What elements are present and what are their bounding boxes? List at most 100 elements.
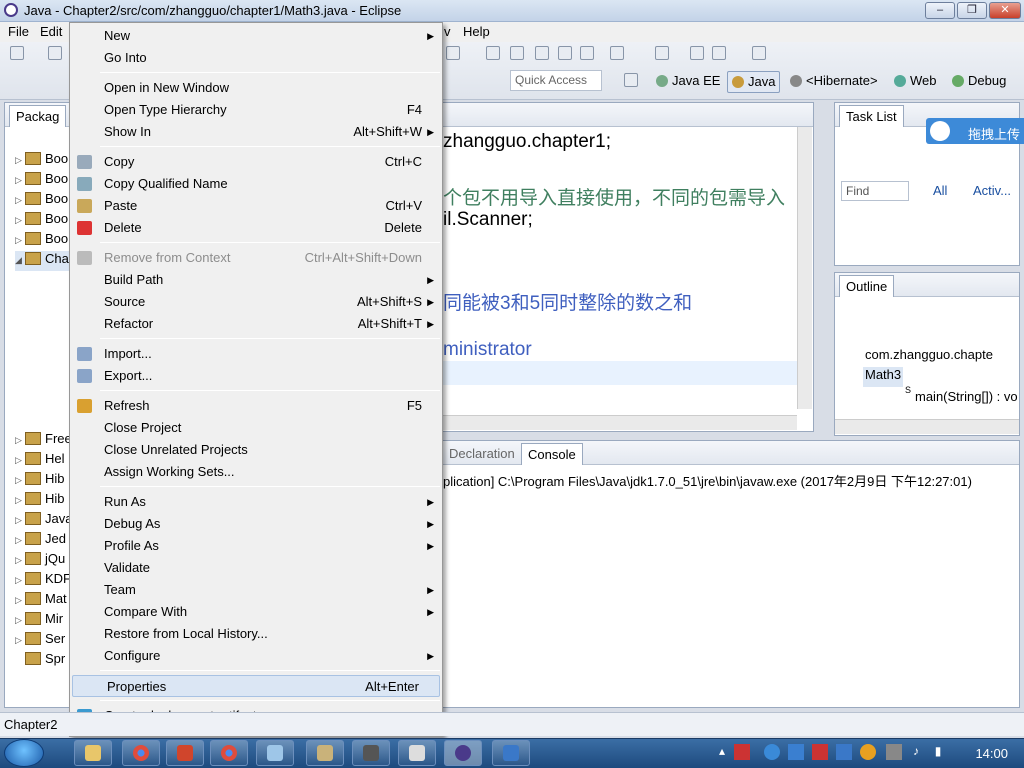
menu-item-assign-working-sets[interactable]: Assign Working Sets...	[70, 461, 442, 483]
menu-item-go-into[interactable]: Go Into	[70, 47, 442, 69]
editor-horizontal-scrollbar[interactable]	[441, 415, 797, 430]
taskbar-powerpoint[interactable]	[166, 740, 204, 766]
code-line[interactable]: il.Scanner;	[443, 209, 533, 231]
menu-item-validate[interactable]: Validate	[70, 557, 442, 579]
tab-console[interactable]: Console	[521, 443, 583, 465]
tree-row[interactable]: ▷ Java	[15, 511, 72, 531]
toolbar-icon[interactable]	[510, 46, 524, 60]
minimize-button[interactable]: –	[925, 2, 955, 19]
taskbar-explorer[interactable]	[74, 740, 112, 766]
tab-package-explorer[interactable]: Packag	[9, 105, 67, 127]
menu-item-paste[interactable]: Paste Ctrl+V	[70, 195, 442, 217]
tray-network-bars-icon[interactable]: ▮	[930, 744, 946, 760]
tree-row[interactable]: ▷ Mat	[15, 591, 72, 611]
search-icon[interactable]	[446, 46, 460, 60]
taskbar-app[interactable]	[306, 740, 344, 766]
task-filter-all[interactable]: All	[933, 183, 947, 198]
menu-item-run-as[interactable]: Run As ▶	[70, 491, 442, 513]
outline-class[interactable]: Math3	[863, 367, 904, 387]
menu-item-source[interactable]: Source Alt+Shift+S ▶	[70, 291, 442, 313]
perspective-web[interactable]: Web	[890, 71, 941, 93]
tray-app-icon[interactable]	[734, 744, 750, 760]
menu-item-compare-with[interactable]: Compare With ▶	[70, 601, 442, 623]
code-comment[interactable]: 个包不用导入直接使用，不同的包需导入	[443, 183, 785, 210]
taskbar-app[interactable]	[398, 740, 436, 766]
editor-vertical-scrollbar[interactable]	[797, 127, 812, 409]
code-javadoc[interactable]: ministrator	[443, 339, 532, 361]
menu-item-close-unrelated-projects[interactable]: Close Unrelated Projects	[70, 439, 442, 461]
outline-horizontal-scrollbar[interactable]	[835, 419, 1019, 434]
menu-item-debug-as[interactable]: Debug As ▶	[70, 513, 442, 535]
tray-shield-icon[interactable]	[788, 744, 804, 760]
tray-lite-icon[interactable]	[836, 744, 852, 760]
tray-volume-icon[interactable]: ♪	[908, 744, 924, 760]
task-find-input[interactable]: Find	[841, 181, 909, 201]
menu-item-team[interactable]: Team ▶	[70, 579, 442, 601]
tree-row[interactable]: ▷ Boo	[15, 191, 76, 211]
tray-input-icon[interactable]	[886, 744, 902, 760]
menu-window-partial[interactable]: v	[444, 24, 451, 39]
maximize-button[interactable]: ❐	[957, 2, 987, 19]
menu-item-build-path[interactable]: Build Path ▶	[70, 269, 442, 291]
menu-item-copy[interactable]: Copy Ctrl+C	[70, 151, 442, 173]
outline-package[interactable]: com.zhangguo.chapte	[865, 347, 993, 367]
tree-row[interactable]: ▷ Jed	[15, 531, 72, 551]
menu-item-properties[interactable]: Properties Alt+Enter	[72, 675, 440, 697]
menu-edit[interactable]: Edit	[40, 24, 62, 39]
tree-row[interactable]: ▷ jQu	[15, 551, 72, 571]
tree-row[interactable]: ▷ Mir	[15, 611, 72, 631]
menu-item-delete[interactable]: Delete Delete	[70, 217, 442, 239]
toolbar-icon[interactable]	[558, 46, 572, 60]
menu-item-close-project[interactable]: Close Project	[70, 417, 442, 439]
tree-row[interactable]: ▷ Hib	[15, 471, 72, 491]
tree-row[interactable]: ▷ Boo	[15, 171, 76, 191]
toolbar-icon[interactable]	[535, 46, 549, 60]
tray-qq-icon[interactable]	[860, 744, 876, 760]
upload-widget[interactable]: 拖拽上传	[926, 118, 1024, 144]
tree-row[interactable]: ▷ Free	[15, 431, 72, 451]
taskbar-app[interactable]	[256, 740, 294, 766]
tree-row[interactable]: ▷ Boo	[15, 211, 76, 231]
taskbar-chrome[interactable]	[122, 740, 160, 766]
tree-row[interactable]: ▷ Hib	[15, 491, 72, 511]
quick-access-input[interactable]: Quick Access	[510, 70, 602, 91]
tree-row[interactable]: Spr	[15, 651, 72, 671]
task-filter-active[interactable]: Activ...	[973, 183, 1011, 198]
menu-item-new[interactable]: New ▶	[70, 25, 442, 47]
taskbar-chrome-2[interactable]	[210, 740, 248, 766]
menu-item-show-in[interactable]: Show In Alt+Shift+W ▶	[70, 121, 442, 143]
tab-declaration[interactable]: Declaration	[443, 443, 521, 464]
menu-item-export[interactable]: Export...	[70, 365, 442, 387]
perspective-debug[interactable]: Debug	[948, 71, 1010, 93]
tree-row-selected[interactable]: ◢ Chap	[15, 251, 77, 271]
tree-row[interactable]: ▷ Hel	[15, 451, 72, 471]
menu-help[interactable]: Help	[463, 24, 490, 39]
perspective-hibernate[interactable]: <Hibernate>	[786, 71, 882, 93]
tab-task-list[interactable]: Task List	[839, 105, 904, 127]
menu-item-open-in-new-window[interactable]: Open in New Window	[70, 77, 442, 99]
menu-item-import[interactable]: Import...	[70, 343, 442, 365]
toggle-icon[interactable]	[486, 46, 500, 60]
menu-item-restore-from-local-history[interactable]: Restore from Local History...	[70, 623, 442, 645]
outline-method[interactable]: main(String[]) : vo	[915, 389, 1018, 409]
back-arrow-icon[interactable]	[712, 46, 726, 60]
taskbar-eclipse[interactable]	[444, 740, 482, 766]
tray-network-icon[interactable]	[812, 744, 828, 760]
menu-file[interactable]: File	[8, 24, 29, 39]
code-line[interactable]: zhangguo.chapter1;	[443, 131, 611, 153]
pilcrow-icon[interactable]	[580, 46, 594, 60]
tray-arrow-icon[interactable]: ▴	[714, 744, 730, 760]
tab-outline[interactable]: Outline	[839, 275, 895, 297]
taskbar-app[interactable]	[492, 740, 530, 766]
code-javadoc[interactable]: 同能被3和5同时整除的数之和	[443, 288, 692, 315]
taskbar-app[interactable]	[352, 740, 390, 766]
start-button[interactable]	[4, 739, 44, 767]
forward-arrow-icon[interactable]	[752, 46, 766, 60]
menu-item-configure[interactable]: Configure ▶	[70, 645, 442, 667]
tree-row[interactable]: ▷ Boo	[15, 151, 76, 171]
close-button[interactable]: ✕	[989, 2, 1021, 19]
menu-item-refresh[interactable]: Refresh F5	[70, 395, 442, 417]
tree-row[interactable]: ▷ Boo	[15, 231, 76, 251]
tree-row[interactable]: ▷ Ser	[15, 631, 72, 651]
menu-item-profile-as[interactable]: Profile As ▶	[70, 535, 442, 557]
